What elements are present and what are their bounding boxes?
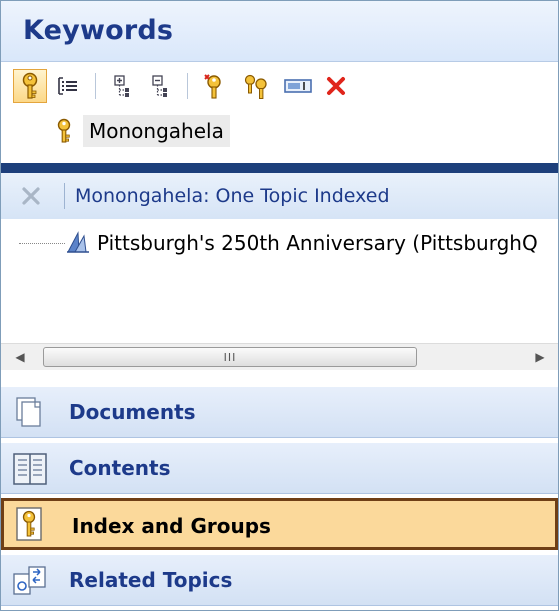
collapse-tree-icon [152, 75, 167, 97]
horizontal-scrollbar[interactable]: ◀ III ▶ [1, 343, 558, 370]
expand-tree-button[interactable] [105, 69, 139, 103]
new-keyword-button[interactable] [197, 69, 231, 103]
list-view-button[interactable] [51, 69, 85, 103]
nav-contents[interactable]: Contents [1, 442, 558, 494]
topic-list-item[interactable]: Pittsburgh's 250th Anniversary (Pittsbur… [19, 227, 538, 259]
scroll-thumb-grip: III [223, 350, 237, 364]
close-icon [22, 187, 40, 205]
rename-icon [284, 79, 312, 93]
keyword-label: Monongahela [83, 115, 230, 147]
nav-index-and-groups[interactable]: Index and Groups [1, 498, 558, 550]
nav-label: Contents [69, 456, 171, 480]
results-header: Monongahela: One Topic Indexed [1, 173, 558, 219]
new-keyword-icon [204, 74, 221, 99]
new-subkeyword-icon [244, 74, 267, 99]
expand-tree-icon [114, 75, 129, 97]
scroll-thumb[interactable]: III [43, 347, 417, 367]
header-separator [64, 183, 65, 209]
index-icon [16, 507, 42, 541]
key-icon [57, 118, 71, 143]
collapse-tree-button[interactable] [143, 69, 177, 103]
topic-label: Pittsburgh's 250th Anniversary (Pittsbur… [97, 231, 538, 255]
list-view-icon [58, 77, 77, 95]
documents-icon [16, 397, 41, 427]
keywords-toolbar [1, 65, 558, 107]
tree-connector [19, 242, 65, 244]
nav-related-topics[interactable]: Related Topics [1, 554, 558, 606]
keyword-list-item[interactable]: Monongahela [55, 111, 230, 151]
toolbar-separator [95, 73, 96, 99]
contents-icon [13, 453, 47, 485]
nav-label: Documents [69, 400, 196, 424]
key-button[interactable] [13, 69, 47, 103]
scroll-left-button[interactable]: ◀ [7, 344, 33, 370]
remove-button[interactable] [21, 186, 41, 210]
new-subkeyword-button[interactable] [239, 69, 273, 103]
panel-splitter[interactable] [1, 163, 558, 173]
key-icon [22, 72, 38, 99]
results-title: Monongahela: One Topic Indexed [75, 185, 390, 207]
delete-icon [327, 77, 345, 95]
keywords-title: Keywords [23, 15, 174, 46]
nav-documents[interactable]: Documents [1, 386, 558, 438]
keywords-window: Keywords Monongahela Monongahela: One To… [0, 0, 559, 611]
related-topics-icon [13, 566, 46, 595]
keywords-header: Keywords [1, 1, 558, 62]
nav-label: Related Topics [69, 568, 233, 592]
nav-label: Index and Groups [72, 514, 271, 538]
rename-button[interactable] [281, 69, 315, 103]
topic-icon [67, 231, 89, 253]
scroll-right-button[interactable]: ▶ [527, 344, 553, 370]
delete-button[interactable] [319, 69, 353, 103]
toolbar-separator [187, 73, 188, 99]
